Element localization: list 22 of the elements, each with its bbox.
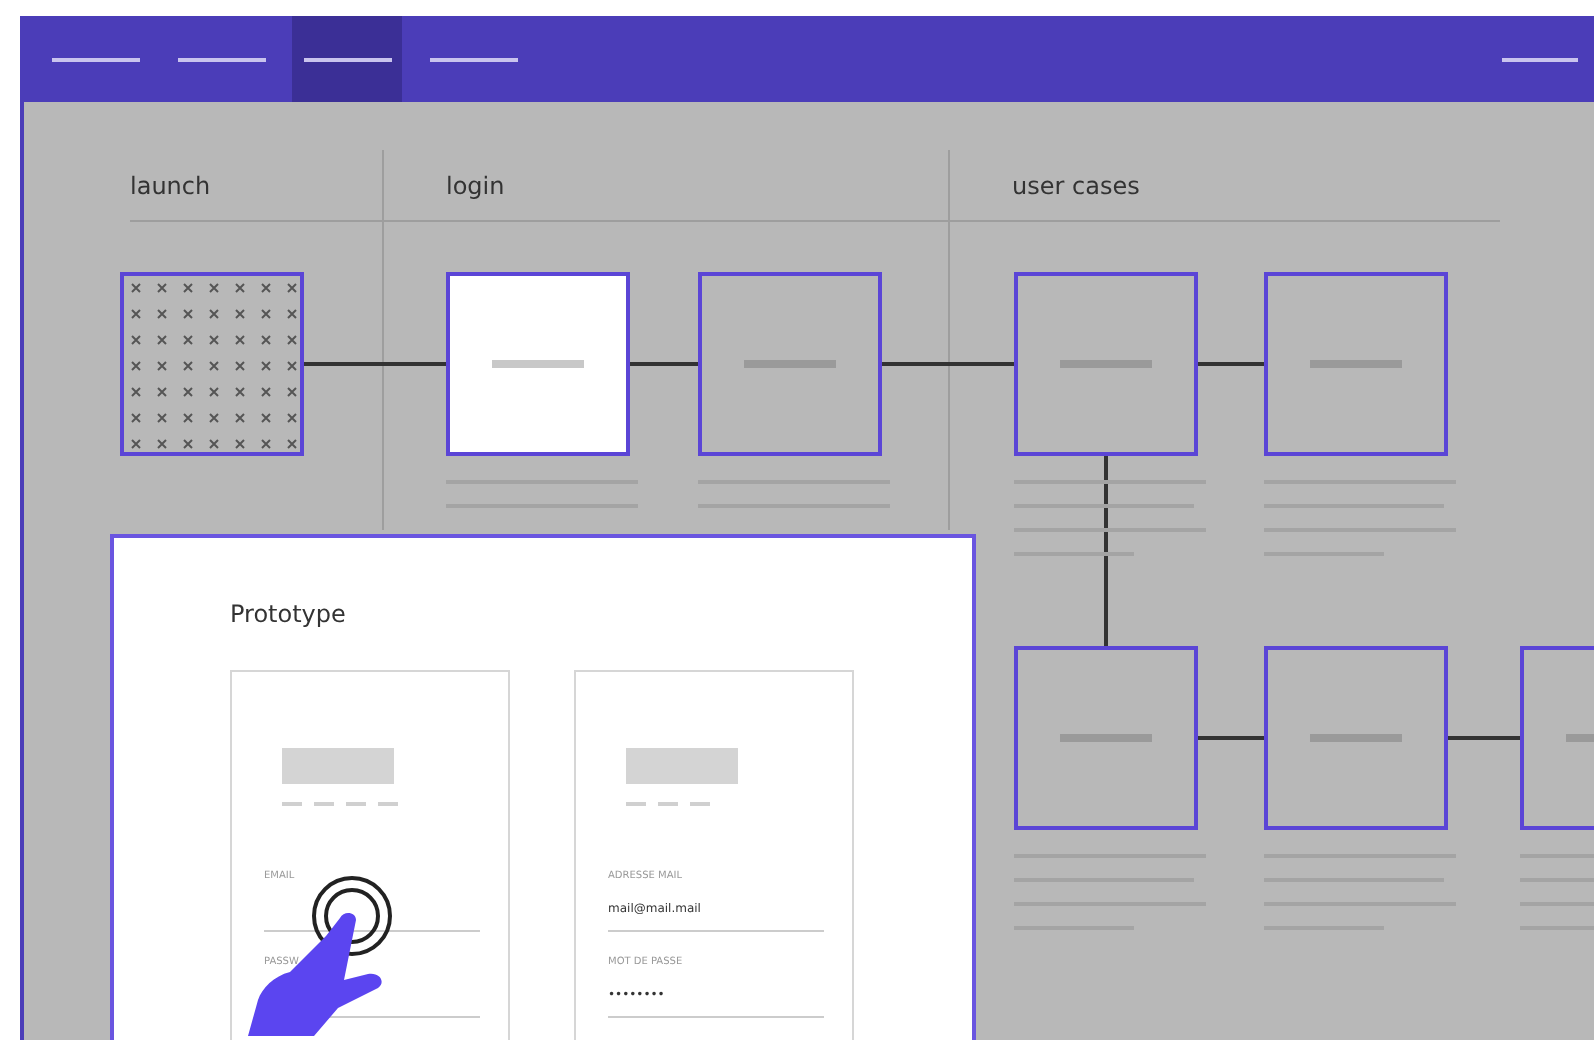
image-placeholder xyxy=(626,748,738,784)
tap-ring-icon xyxy=(312,876,392,956)
column-header: launch xyxy=(130,172,211,200)
nav-tab[interactable] xyxy=(292,16,402,102)
pattern-node[interactable] xyxy=(120,272,304,456)
screen-node[interactable] xyxy=(1014,646,1198,830)
connector-line xyxy=(1198,362,1264,366)
connector-line xyxy=(1198,736,1264,740)
screen-node[interactable] xyxy=(1014,272,1198,456)
column-header: user cases xyxy=(1012,172,1140,200)
panel-title: Prototype xyxy=(230,600,346,628)
connector-line xyxy=(630,362,698,366)
screen-node[interactable] xyxy=(698,272,882,456)
column-header: login xyxy=(446,172,505,200)
screen-node[interactable] xyxy=(446,272,630,456)
hand-pointer-icon xyxy=(248,912,382,1036)
connector-line xyxy=(1448,736,1520,740)
screen-node[interactable] xyxy=(1264,272,1448,456)
image-placeholder xyxy=(282,748,394,784)
connector-line xyxy=(882,362,1014,366)
connector-line xyxy=(304,362,446,366)
screen-node[interactable] xyxy=(1264,646,1448,830)
